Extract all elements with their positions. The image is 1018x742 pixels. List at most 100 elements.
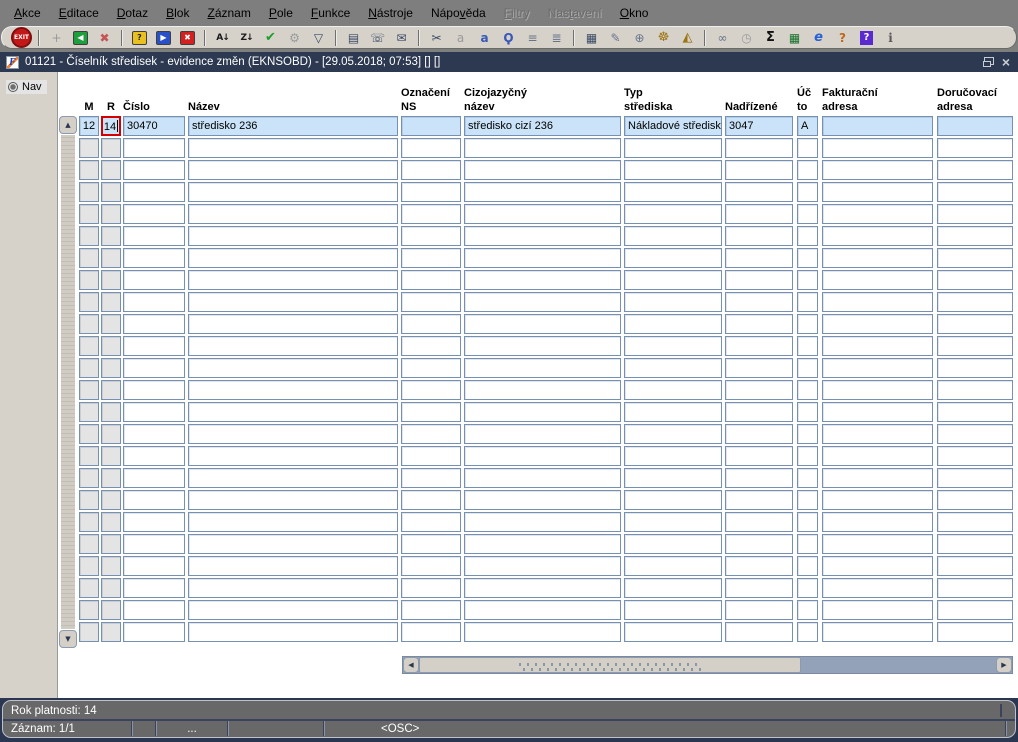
vertical-scroll-track[interactable] xyxy=(61,135,75,629)
cell-cizojazycny-nazev[interactable] xyxy=(464,380,621,400)
cell-cizojazycny-nazev[interactable] xyxy=(464,358,621,378)
cell-nazev[interactable] xyxy=(188,226,398,246)
filter-funnel-icon[interactable]: ▽ xyxy=(307,28,330,48)
cell-m[interactable] xyxy=(79,622,99,642)
cell-dorucovaci-adresa[interactable] xyxy=(937,182,1013,202)
cell-typ-strediska[interactable] xyxy=(624,292,722,312)
cell-oznaceni-ns[interactable] xyxy=(401,248,461,268)
cell-oznaceni-ns[interactable] xyxy=(401,622,461,642)
cell-m[interactable] xyxy=(79,248,99,268)
cell-oznaceni-ns[interactable] xyxy=(401,402,461,422)
cell-dorucovaci-adresa[interactable] xyxy=(937,424,1013,444)
cell-ucto[interactable] xyxy=(797,512,818,532)
faq-icon[interactable]: ? xyxy=(831,28,854,48)
cell-m[interactable] xyxy=(79,358,99,378)
cell-cizojazycny-nazev[interactable] xyxy=(464,314,621,334)
cell-cizojazycny-nazev[interactable]: středisko cizí 236 xyxy=(464,116,621,136)
cell-nadrizene[interactable] xyxy=(725,160,793,180)
scroll-down-icon[interactable]: ▼ xyxy=(59,630,77,648)
cell-cislo[interactable] xyxy=(123,270,185,290)
cell-nadrizene[interactable] xyxy=(725,292,793,312)
cell-m[interactable] xyxy=(79,204,99,224)
edit-document-icon[interactable]: ✎ xyxy=(604,28,627,48)
cell-nazev[interactable] xyxy=(188,138,398,158)
cell-oznaceni-ns[interactable] xyxy=(401,424,461,444)
restore-icon[interactable] xyxy=(982,57,994,67)
cell-m[interactable] xyxy=(79,160,99,180)
cell-nazev[interactable] xyxy=(188,424,398,444)
cell-typ-strediska[interactable] xyxy=(624,534,722,554)
cell-typ-strediska[interactable] xyxy=(624,402,722,422)
menu-item-okno[interactable]: Okno xyxy=(611,0,658,26)
outline-list-icon[interactable]: ≡ xyxy=(521,28,544,48)
cell-nadrizene[interactable] xyxy=(725,534,793,554)
cell-ucto[interactable] xyxy=(797,446,818,466)
cell-r[interactable] xyxy=(101,402,121,422)
cell-oznaceni-ns[interactable] xyxy=(401,226,461,246)
cell-nazev[interactable] xyxy=(188,182,398,202)
cell-cislo[interactable]: 30470 xyxy=(123,116,185,136)
cell-r[interactable] xyxy=(101,424,121,444)
find-magnifier-icon[interactable]: Ϙ xyxy=(497,28,520,48)
cell-nadrizene[interactable] xyxy=(725,578,793,598)
cell-nadrizene[interactable] xyxy=(725,556,793,576)
cell-dorucovaci-adresa[interactable] xyxy=(937,292,1013,312)
cell-cislo[interactable] xyxy=(123,380,185,400)
cell-dorucovaci-adresa[interactable] xyxy=(937,270,1013,290)
cell-fakturacni-adresa[interactable] xyxy=(822,248,933,268)
cell-oznaceni-ns[interactable] xyxy=(401,292,461,312)
cell-nadrizene[interactable] xyxy=(725,424,793,444)
cell-fakturacni-adresa[interactable] xyxy=(822,358,933,378)
cell-ucto[interactable] xyxy=(797,358,818,378)
cell-cizojazycny-nazev[interactable] xyxy=(464,248,621,268)
cell-nazev[interactable] xyxy=(188,204,398,224)
cell-ucto[interactable] xyxy=(797,248,818,268)
cell-oznaceni-ns[interactable] xyxy=(401,270,461,290)
cell-r[interactable] xyxy=(101,600,121,620)
cell-nazev[interactable] xyxy=(188,512,398,532)
cell-nazev[interactable] xyxy=(188,402,398,422)
cell-cislo[interactable] xyxy=(123,490,185,510)
cell-oznaceni-ns[interactable] xyxy=(401,204,461,224)
cell-fakturacni-adresa[interactable] xyxy=(822,534,933,554)
cell-oznaceni-ns[interactable] xyxy=(401,160,461,180)
cell-oznaceni-ns[interactable] xyxy=(401,116,461,136)
excel-export-icon[interactable]: ▦ xyxy=(783,28,806,48)
cell-nazev[interactable] xyxy=(188,314,398,334)
cell-fakturacni-adresa[interactable] xyxy=(822,182,933,202)
cell-cizojazycny-nazev[interactable] xyxy=(464,446,621,466)
cell-m[interactable] xyxy=(79,138,99,158)
cell-r[interactable] xyxy=(101,380,121,400)
cell-m[interactable] xyxy=(79,270,99,290)
cell-fakturacni-adresa[interactable] xyxy=(822,160,933,180)
cell-nazev[interactable] xyxy=(188,380,398,400)
cell-typ-strediska[interactable]: Nákladové středisko xyxy=(624,116,722,136)
cell-nadrizene[interactable] xyxy=(725,622,793,642)
cell-fakturacni-adresa[interactable] xyxy=(822,270,933,290)
cell-nazev[interactable] xyxy=(188,534,398,554)
cell-nazev[interactable] xyxy=(188,600,398,620)
cell-fakturacni-adresa[interactable] xyxy=(822,292,933,312)
cell-cislo[interactable] xyxy=(123,204,185,224)
scroll-right-icon[interactable]: ▶ xyxy=(996,657,1012,673)
cell-m[interactable] xyxy=(79,292,99,312)
cut-icon[interactable]: ✂ xyxy=(425,28,448,48)
cell-ucto[interactable] xyxy=(797,402,818,422)
cell-r[interactable] xyxy=(101,468,121,488)
cell-dorucovaci-adresa[interactable] xyxy=(937,226,1013,246)
cell-nadrizene[interactable] xyxy=(725,226,793,246)
sort-ascending-icon[interactable]: A↓ xyxy=(211,28,234,48)
close-icon[interactable]: × xyxy=(1002,55,1010,69)
exit-button[interactable]: EXIT xyxy=(10,27,33,48)
cell-typ-strediska[interactable] xyxy=(624,314,722,334)
cell-m[interactable] xyxy=(79,314,99,334)
cell-nazev[interactable] xyxy=(188,468,398,488)
cell-nazev[interactable] xyxy=(188,292,398,312)
cell-typ-strediska[interactable] xyxy=(624,248,722,268)
cell-dorucovaci-adresa[interactable] xyxy=(937,468,1013,488)
cell-dorucovaci-adresa[interactable] xyxy=(937,556,1013,576)
cell-nazev[interactable] xyxy=(188,248,398,268)
cell-oznaceni-ns[interactable] xyxy=(401,468,461,488)
cell-nazev[interactable] xyxy=(188,160,398,180)
cell-ucto[interactable] xyxy=(797,226,818,246)
